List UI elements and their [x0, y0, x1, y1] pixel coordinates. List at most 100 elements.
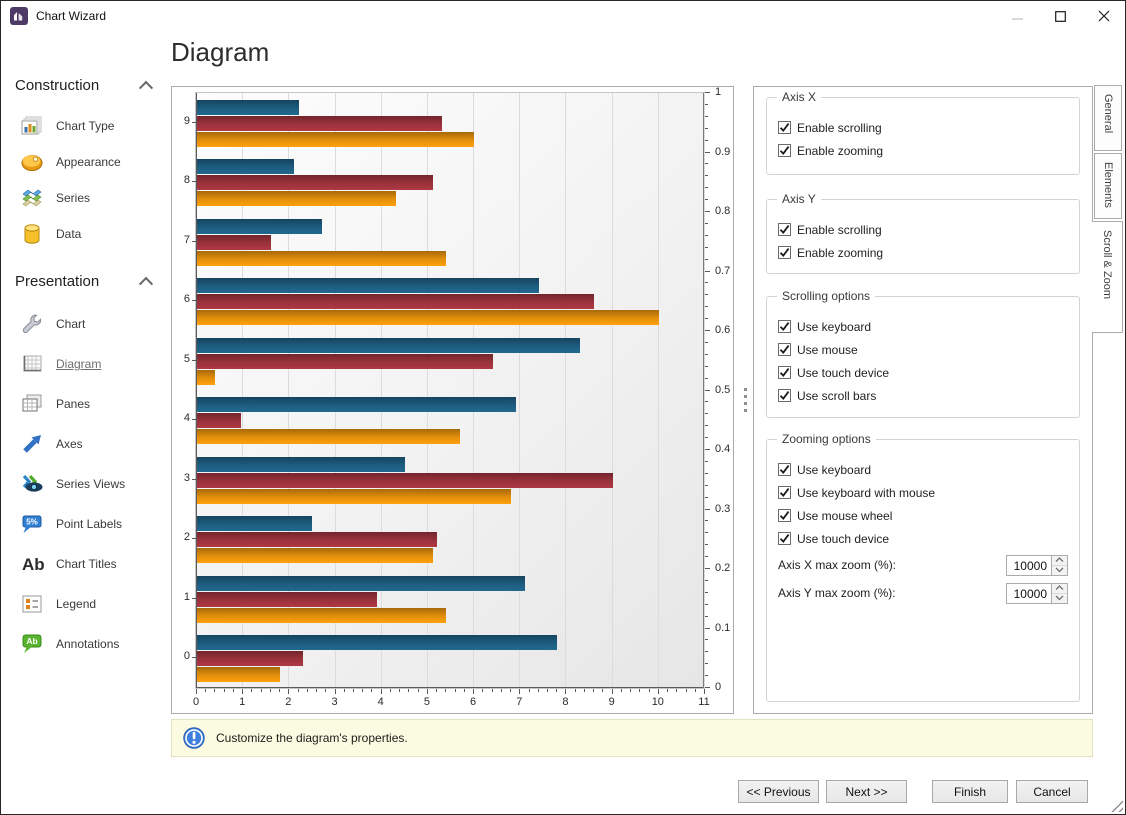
category-axis-line	[196, 93, 197, 688]
tab-scroll-zoom[interactable]: Scroll & Zoom	[1092, 221, 1123, 333]
checkbox-row-use-keyboard: Use keyboard	[767, 458, 1079, 481]
secondary-minor-tick	[705, 461, 708, 462]
secondary-minor-tick	[705, 306, 708, 307]
section-header-presentation[interactable]: Presentation	[15, 269, 159, 293]
category-axis-label: 1	[174, 591, 190, 603]
sidebar-item-series[interactable]: Series	[15, 180, 167, 216]
sidebar-item-appearance[interactable]: Appearance	[15, 144, 167, 180]
sidebar-item-annotations[interactable]: AbAnnotations	[15, 624, 167, 664]
checkbox-use-scroll-bars[interactable]	[778, 389, 791, 402]
bar-series-3-cat-2	[197, 548, 433, 563]
secondary-minor-tick	[705, 163, 708, 164]
checkbox-enable-zooming[interactable]	[778, 144, 791, 157]
secondary-tick	[705, 568, 710, 569]
bar-series-2-cat-3	[197, 473, 613, 488]
sidebar-item-chart-titles[interactable]: Ab Chart Titles	[15, 544, 167, 584]
sidebar-item-axes[interactable]: Axes	[15, 424, 167, 464]
checkbox-use-keyboard[interactable]	[778, 320, 791, 333]
bar-series-2-cat-7	[197, 235, 271, 250]
bar-series-1-cat-5	[197, 338, 580, 353]
value-minor-tick	[298, 689, 299, 692]
bar-series-2-cat-1	[197, 592, 377, 607]
splitter-handle[interactable]	[740, 86, 750, 714]
checkbox-label: Use scroll bars	[797, 389, 876, 403]
sidebar-item-legend[interactable]: Legend	[15, 584, 167, 624]
checkbox-row-enable-scrolling: Enable scrolling	[767, 116, 1079, 139]
value-minor-tick	[649, 689, 650, 692]
gridline	[658, 93, 659, 688]
checkbox-label: Enable scrolling	[797, 121, 882, 135]
tab-elements[interactable]: Elements	[1094, 153, 1122, 219]
bar-series-1-cat-6	[197, 278, 539, 293]
sidebar-item-diagram[interactable]: Diagram	[15, 344, 167, 384]
secondary-minor-tick	[705, 497, 708, 498]
sidebar-item-panes[interactable]: Panes	[15, 384, 167, 424]
secondary-axis-line	[703, 93, 704, 688]
value-minor-tick	[639, 689, 640, 692]
value-axis-label: 6	[463, 696, 483, 708]
sidebar-item-data[interactable]: Data	[15, 216, 167, 252]
sidebar-item-series-views[interactable]: Series Views	[15, 464, 167, 504]
bar-series-1-cat-9	[197, 100, 299, 115]
point-labels-icon: 5%	[20, 512, 44, 536]
secondary-minor-tick	[705, 413, 708, 414]
secondary-minor-tick	[705, 485, 708, 486]
bar-series-1-cat-4	[197, 397, 516, 412]
checkbox-use-keyboard-with-mouse[interactable]	[778, 486, 791, 499]
next-button[interactable]: Next >>	[826, 780, 907, 803]
spin-down-button[interactable]	[1052, 565, 1067, 575]
checkbox-use-keyboard[interactable]	[778, 463, 791, 476]
value-minor-tick	[418, 689, 419, 692]
checkbox-use-touch-device[interactable]	[778, 532, 791, 545]
section-header-construction[interactable]: Construction	[15, 73, 159, 97]
value-minor-tick	[445, 689, 446, 692]
sidebar-item-chart-type[interactable]: Chart Type	[15, 108, 167, 144]
bar-series-2-cat-9	[197, 116, 442, 131]
value-minor-tick	[325, 689, 326, 692]
axes-icon	[20, 432, 44, 456]
checkbox-use-mouse-wheel[interactable]	[778, 509, 791, 522]
bar-series-1-cat-1	[197, 576, 525, 591]
secondary-axis-label: 0.7	[715, 265, 730, 277]
finish-button[interactable]: Finish	[932, 780, 1008, 803]
spin-down-button[interactable]	[1052, 593, 1067, 603]
sidebar-item-label: Chart Titles	[56, 557, 117, 571]
spinner-row-axis-x-max-zoom: Axis X max zoom (%):10000	[767, 552, 1079, 578]
checkbox-enable-zooming[interactable]	[778, 246, 791, 259]
value-minor-tick	[686, 689, 687, 692]
sidebar-item-point-labels[interactable]: 5%Point Labels	[15, 504, 167, 544]
value-axis-label: 7	[509, 696, 529, 708]
section-label: Construction	[15, 77, 99, 94]
spin-value[interactable]: 10000	[1007, 556, 1051, 575]
sidebar-item-chart[interactable]: Chart	[15, 304, 167, 344]
tab-general[interactable]: General	[1094, 85, 1122, 151]
spin-value[interactable]: 10000	[1007, 584, 1051, 603]
checkbox-use-touch-device[interactable]	[778, 366, 791, 379]
category-axis-label: 4	[174, 412, 190, 424]
previous-button[interactable]: << Previous	[738, 780, 819, 803]
secondary-tick	[705, 509, 710, 510]
checkbox-use-mouse[interactable]	[778, 343, 791, 356]
spin-up-button[interactable]	[1052, 556, 1067, 565]
secondary-minor-tick	[705, 187, 708, 188]
resize-grip[interactable]	[1109, 798, 1123, 812]
category-tick	[192, 479, 196, 480]
bar-series-2-cat-8	[197, 175, 433, 190]
secondary-minor-tick	[705, 651, 708, 652]
maximize-button[interactable]	[1039, 1, 1082, 31]
gridline	[565, 93, 566, 688]
value-tick	[519, 689, 520, 694]
svg-text:Ab: Ab	[22, 555, 44, 574]
spin-up-button[interactable]	[1052, 584, 1067, 593]
value-tick	[704, 689, 705, 694]
cancel-button[interactable]: Cancel	[1016, 780, 1088, 803]
value-minor-tick	[261, 689, 262, 692]
status-message: Customize the diagram's properties.	[216, 731, 408, 745]
value-tick	[427, 689, 428, 694]
value-minor-tick	[602, 689, 603, 692]
secondary-minor-tick	[705, 247, 708, 248]
close-button[interactable]	[1082, 1, 1125, 31]
checkbox-enable-scrolling[interactable]	[778, 121, 791, 134]
checkbox-enable-scrolling[interactable]	[778, 223, 791, 236]
secondary-minor-tick	[705, 366, 708, 367]
